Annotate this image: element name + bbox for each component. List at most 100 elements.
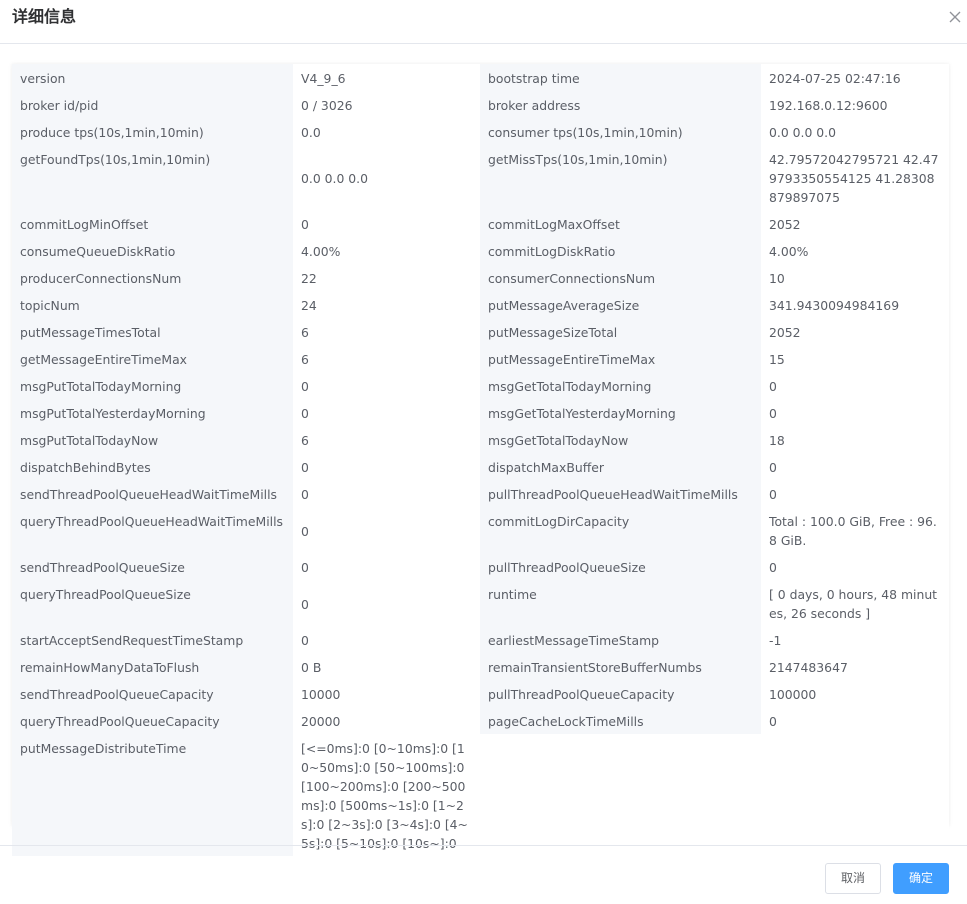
row-value: 0.0 0.0 0.0 [293,145,480,210]
row-label: remainHowManyDataToFlush [12,653,293,680]
row-label: pageCacheLockTimeMills [480,707,761,734]
row-value: 2052 [761,318,949,345]
row-label: msgGetTotalYesterdayMorning [480,399,761,426]
row-label: broker id/pid [12,91,293,118]
row-label: getMissTps(10s,1min,10min) [480,145,761,210]
row-value: 18 [761,426,949,453]
row-value: 4.00% [761,237,949,264]
row-value: 6 [293,345,480,372]
dialog-header: 详细信息 [0,0,967,44]
row-label: queryThreadPoolQueueCapacity [12,707,293,734]
table-row: msgPutTotalYesterdayMorning 0 msgGetTotalY… [12,399,949,426]
row-label: pullThreadPoolQueueCapacity [480,680,761,707]
row-label: version [12,64,293,91]
row-value: 0 [761,453,949,480]
row-value: V4_9_6 [293,64,480,91]
row-value: 2147483647 [761,653,949,680]
table-row: produce tps(10s,1min,10min) 0.0 consumer t… [12,118,949,145]
row-label: msgPutTotalYesterdayMorning [12,399,293,426]
row-label: putMessageSizeTotal [480,318,761,345]
table-row: msgPutTotalTodayNow 6 msgGetTotalTodayNow 1… [12,426,949,453]
row-label: producerConnectionsNum [12,264,293,291]
row-label: sendThreadPoolQueueSize [12,553,293,580]
row-label [480,734,761,856]
table-row: dispatchBehindBytes 0 dispatchMaxBuffer 0 [12,453,949,480]
row-value: 2052 [761,210,949,237]
row-value: [<=0ms]:0 [0~10ms]:0 [10~50ms]:0 [50~100… [293,734,480,856]
row-value: 0 [293,507,480,553]
row-label: broker address [480,91,761,118]
confirm-button[interactable]: 确定 [893,863,949,894]
row-label: dispatchBehindBytes [12,453,293,480]
row-label: commitLogDirCapacity [480,507,761,553]
row-value: 0 [761,399,949,426]
table-row: commitLogMinOffset 0 commitLogMaxOffset 205… [12,210,949,237]
table-row: getFoundTps(10s,1min,10min) 0.0 0.0 0.0 ge… [12,145,949,210]
row-value: 0 [293,210,480,237]
row-value: 341.9430094984169 [761,291,949,318]
row-value: 0 [293,580,480,626]
row-label: commitLogMinOffset [12,210,293,237]
table-row: putMessageTimesTotal 6 putMessageSizeTotal… [12,318,949,345]
row-value: 15 [761,345,949,372]
row-value: 42.79572042795721 42.479793350554125 41.… [761,145,949,210]
close-icon[interactable] [946,8,964,26]
row-value: 2024-07-25 02:47:16 [761,64,949,91]
row-label: runtime [480,580,761,626]
row-value: 0 [761,553,949,580]
table-row: consumeQueueDiskRatio 4.00% commitLogDiskR… [12,237,949,264]
row-label: pullThreadPoolQueueSize [480,553,761,580]
row-value: 6 [293,426,480,453]
row-value: Total : 100.0 GiB, Free : 96.8 GiB. [761,507,949,553]
row-label: consumerConnectionsNum [480,264,761,291]
row-label: dispatchMaxBuffer [480,453,761,480]
table-row: producerConnectionsNum 22 consumerConnecti… [12,264,949,291]
table-row: queryThreadPoolQueueCapacity 20000 pageCac… [12,707,949,734]
row-label: remainTransientStoreBufferNumbs [480,653,761,680]
row-label: getFoundTps(10s,1min,10min) [12,145,293,210]
row-label: putMessageAverageSize [480,291,761,318]
table-row: broker id/pid 0 / 3026 broker address 192.1… [12,91,949,118]
row-value: 0.0 0.0 0.0 [761,118,949,145]
cancel-button[interactable]: 取消 [825,863,881,894]
row-label: queryThreadPoolQueueSize [12,580,293,626]
row-value: 0 [293,399,480,426]
row-value: 0 [293,626,480,653]
row-label: consumeQueueDiskRatio [12,237,293,264]
table-row: putMessageDistributeTime [<=0ms]:0 [0~10m… [12,734,949,856]
table-row: sendThreadPoolQueueSize 0 pullThreadPoolQu… [12,553,949,580]
row-label: sendThreadPoolQueueHeadWaitTimeMills [12,480,293,507]
row-label: pullThreadPoolQueueHeadWaitTimeMills [480,480,761,507]
row-value: 0 [293,372,480,399]
row-label: sendThreadPoolQueueCapacity [12,680,293,707]
row-label: commitLogMaxOffset [480,210,761,237]
row-label: putMessageEntireTimeMax [480,345,761,372]
table-row: version V4_9_6 bootstrap time 2024-07-25 02… [12,64,949,91]
detail-dialog: 详细信息 version V4_9_6 bootstrap time 2024-07-… [0,0,967,904]
row-value: 4.00% [293,237,480,264]
row-value: 0 [761,372,949,399]
table-row: getMessageEntireTimeMax 6 putMessageEntire… [12,345,949,372]
row-value [761,734,949,856]
table-row: startAcceptSendRequestTimeStamp 0 earliest… [12,626,949,653]
row-label: putMessageDistributeTime [12,734,293,856]
row-value: 10000 [293,680,480,707]
row-value: -1 [761,626,949,653]
broker-detail-table: version V4_9_6 bootstrap time 2024-07-25 02… [12,64,949,856]
row-value: 0 [293,453,480,480]
row-label: startAcceptSendRequestTimeStamp [12,626,293,653]
table-row: queryThreadPoolQueueHeadWaitTimeMills 0 co… [12,507,949,553]
row-value: 0 [293,553,480,580]
row-value: 0 [293,480,480,507]
dialog-title: 详细信息 [12,7,77,26]
row-label: topicNum [12,291,293,318]
row-label: bootstrap time [480,64,761,91]
table-row: sendThreadPoolQueueHeadWaitTimeMills 0 pul… [12,480,949,507]
table-row: topicNum 24 putMessageAverageSize 341.94300… [12,291,949,318]
table-row: remainHowManyDataToFlush 0 BremainTransie… [12,653,949,680]
row-label: consumer tps(10s,1min,10min) [480,118,761,145]
table-row: sendThreadPoolQueueCapacity 10000 pullThre… [12,680,949,707]
row-label: msgPutTotalTodayMorning [12,372,293,399]
row-label: queryThreadPoolQueueHeadWaitTimeMills [12,507,293,553]
row-value: 10 [761,264,949,291]
